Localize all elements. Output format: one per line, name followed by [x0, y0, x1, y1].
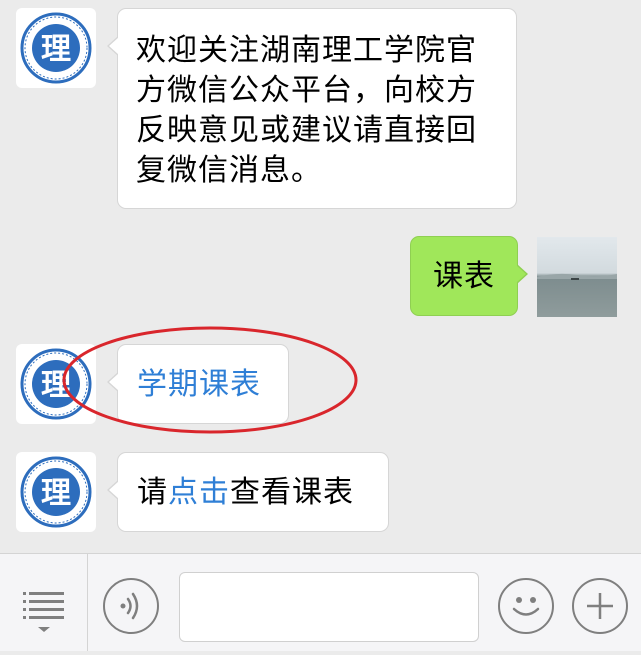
school-logo-icon[interactable]: 理 [16, 452, 96, 532]
message-bubble-semester-schedule[interactable]: 学期课表 [107, 344, 289, 424]
emoji-button[interactable] [498, 578, 554, 634]
plus-icon [587, 593, 613, 619]
message-suffix: 查看课表 [230, 475, 354, 510]
chat-area[interactable]: 理 欢迎关注湖南理工学院官方微信公众平台，向校方反映意见或建议请直接回复微信消息… [0, 0, 641, 553]
message-bubble-outgoing[interactable]: 课表 [410, 236, 528, 316]
school-logo-icon[interactable]: 理 [16, 8, 96, 88]
emoji-icon [512, 597, 540, 616]
voice-button[interactable] [103, 578, 159, 634]
more-button[interactable] [572, 578, 628, 634]
lake-landscape-photo [537, 237, 617, 317]
menu-list-icon [23, 592, 64, 632]
menu-button[interactable] [0, 554, 88, 651]
message-text: 欢迎关注湖南理工学院官方微信公众平台，向校方反映意见或建议请直接回复微信消息。 [136, 33, 477, 188]
logo-text: 理 [41, 368, 71, 403]
click-link[interactable]: 点击 [168, 475, 230, 510]
message-prefix: 请 [137, 475, 168, 510]
semester-schedule-link[interactable]: 学期课表 [137, 367, 261, 402]
message-bubble-click-to-view[interactable]: 请点击查看课表 [107, 452, 389, 532]
logo-text: 理 [41, 476, 71, 511]
user-avatar[interactable] [537, 237, 617, 317]
message-input[interactable] [179, 572, 479, 642]
voice-icon [120, 592, 139, 620]
message-text: 课表 [433, 259, 495, 294]
message-bubble-welcome[interactable]: 欢迎关注湖南理工学院官方微信公众平台，向校方反映意见或建议请直接回复微信消息。 [107, 8, 517, 209]
input-toolbar [0, 553, 641, 651]
logo-text: 理 [41, 32, 71, 67]
school-logo-icon[interactable]: 理 [16, 344, 96, 424]
